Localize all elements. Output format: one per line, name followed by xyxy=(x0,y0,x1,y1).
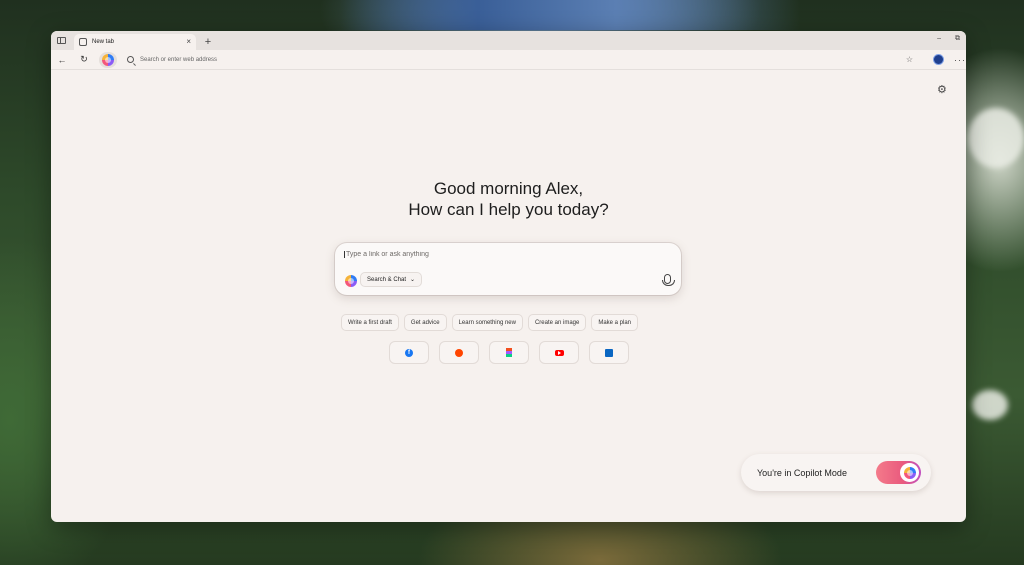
more-options-button[interactable]: ··· xyxy=(954,55,966,65)
chevron-down-icon: ⌄ xyxy=(410,277,416,283)
shortcut-linkedin[interactable] xyxy=(589,341,629,364)
facebook-icon: f xyxy=(405,348,413,357)
copilot-mode-label: You're in Copilot Mode xyxy=(757,467,847,478)
browser-toolbar: ← ↻ Search or enter web address ☆ ··· xyxy=(51,50,966,70)
favorites-icon[interactable]: ☆ xyxy=(906,55,913,64)
chat-input[interactable] xyxy=(344,251,644,258)
shortcut-facebook[interactable]: f xyxy=(389,341,429,364)
suggestion-chip[interactable]: Write a first draft xyxy=(341,314,399,331)
window-controls: – ⧉ xyxy=(937,35,960,43)
minimize-button[interactable]: – xyxy=(937,35,941,43)
tab-bar: New tab × + – ⧉ xyxy=(51,31,966,50)
sidebar-toggle-button[interactable] xyxy=(51,31,71,50)
address-bar[interactable]: Search or enter web address ☆ xyxy=(121,52,919,67)
shortcut-figma[interactable] xyxy=(489,341,529,364)
copilot-icon xyxy=(903,466,916,479)
figma-icon xyxy=(506,348,512,357)
site-shortcuts: f xyxy=(389,341,629,364)
back-button[interactable]: ← xyxy=(51,50,73,70)
new-tab-icon xyxy=(79,38,87,46)
suggestion-chip[interactable]: Create an image xyxy=(527,314,587,331)
suggestion-chip[interactable]: Get advice xyxy=(403,314,447,331)
refresh-button[interactable]: ↻ xyxy=(73,50,95,70)
copilot-icon xyxy=(345,275,357,287)
shortcut-youtube[interactable] xyxy=(539,341,579,364)
wallpaper-flower xyxy=(968,108,1024,168)
tab-new-tab[interactable]: New tab × xyxy=(74,34,196,50)
toggle-knob xyxy=(900,463,919,482)
copilot-button[interactable] xyxy=(99,51,117,68)
mode-label: Search & Chat xyxy=(367,276,407,283)
greeting-line-1: Good morning Alex, xyxy=(433,179,584,198)
close-tab-button[interactable]: × xyxy=(186,38,191,46)
copilot-mode-toggle[interactable] xyxy=(876,461,921,484)
gear-icon[interactable]: ⚙ xyxy=(937,83,947,96)
reddit-icon xyxy=(455,348,463,357)
suggestion-chip[interactable]: Learn something new xyxy=(451,314,523,331)
chat-composer: Search & Chat ⌄ xyxy=(335,243,681,295)
search-icon xyxy=(127,56,134,63)
restore-button[interactable]: ⧉ xyxy=(955,35,960,43)
desktop-wallpaper-sky xyxy=(340,0,800,30)
address-placeholder: Search or enter web address xyxy=(140,56,218,63)
sidebar-icon xyxy=(56,37,66,44)
wallpaper-flower xyxy=(972,390,1008,420)
profile-avatar[interactable] xyxy=(933,54,944,65)
browser-window: New tab × + – ⧉ ← ↻ Search or enter web … xyxy=(51,31,966,522)
greeting-line-2: How can I help you today? xyxy=(408,200,609,219)
shortcut-reddit[interactable] xyxy=(439,341,479,364)
linkedin-icon xyxy=(605,348,613,357)
suggestion-chips: Write a first draft Get advice Learn som… xyxy=(341,314,639,331)
tab-title: New tab xyxy=(92,39,115,45)
new-tab-button[interactable]: + xyxy=(200,34,216,50)
youtube-icon xyxy=(554,349,564,356)
microphone-icon[interactable] xyxy=(662,274,675,286)
copilot-icon xyxy=(102,53,114,66)
mode-dropdown[interactable]: Search & Chat ⌄ xyxy=(360,272,423,287)
suggestion-chip[interactable]: Make a plan xyxy=(591,314,639,331)
copilot-mode-banner: You're in Copilot Mode xyxy=(741,454,931,491)
